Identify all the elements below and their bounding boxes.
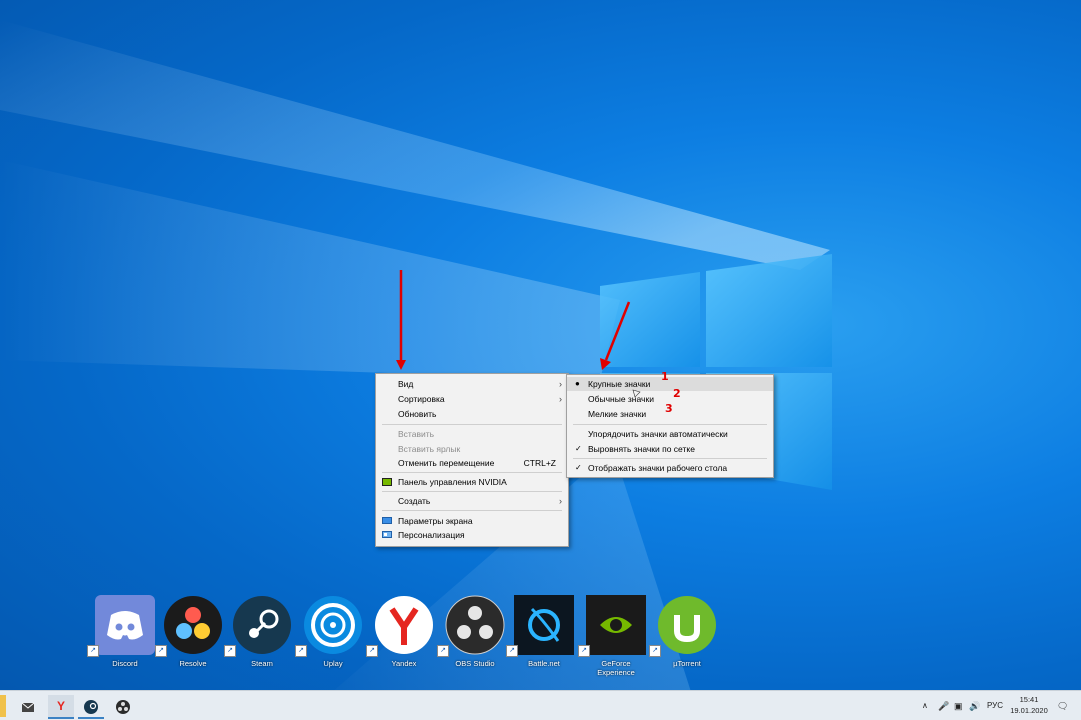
menu-separator <box>382 510 562 511</box>
desktop-icon-obs[interactable]: ↗ OBS Studio <box>437 595 507 685</box>
shortcut-arrow-icon: ↗ <box>366 645 378 657</box>
desktop-icon-yandex[interactable]: ↗ Yandex <box>366 595 436 685</box>
desktop-icon-uplay[interactable]: ↗ Uplay <box>295 595 365 685</box>
shortcut-arrow-icon: ↗ <box>155 645 167 657</box>
desktop-icon-resolve[interactable]: ↗ Resolve <box>155 595 225 685</box>
shortcut-arrow-icon: ↗ <box>224 645 236 657</box>
shortcut-arrow-icon: ↗ <box>437 645 449 657</box>
resolve-icon <box>164 596 222 654</box>
explorer-taskbar-button[interactable] <box>0 695 6 717</box>
notifications-icon[interactable]: 🗨 <box>1057 691 1068 720</box>
obs-icon <box>116 699 130 714</box>
submenu-item-auto-arrange[interactable]: Упорядочить значки автоматически <box>567 427 773 441</box>
volume-icon[interactable]: 🔊 <box>969 691 980 720</box>
shortcut-arrow-icon: ↗ <box>506 645 518 657</box>
desktop-icon-steam[interactable]: ↗ Steam <box>224 595 294 685</box>
menu-separator <box>382 491 562 492</box>
shortcut-arrow-icon: ↗ <box>87 645 99 657</box>
mail-icon <box>21 702 35 712</box>
annotation-number-2: 2 <box>673 387 681 400</box>
menu-separator <box>382 424 562 425</box>
menu-item-view[interactable]: Вид › <box>376 377 568 391</box>
menu-item-display-settings[interactable]: Параметры экрана <box>376 514 568 528</box>
tray-chevron-up-icon[interactable]: ∧ <box>922 691 928 720</box>
yandex-icon <box>375 596 433 654</box>
geforce-icon <box>586 595 646 655</box>
network-icon[interactable]: ▣ <box>954 691 963 720</box>
chevron-right-icon: › <box>559 394 562 404</box>
annotation-number-3: 3 <box>665 402 673 415</box>
steam-icon <box>233 596 291 654</box>
menu-item-nvidia-panel[interactable]: Панель управления NVIDIA <box>376 475 568 489</box>
steam-icon <box>84 699 98 714</box>
taskbar-clock[interactable]: 15:41 19.01.2020 <box>1007 694 1051 716</box>
menu-item-create[interactable]: Создать › <box>376 494 568 508</box>
microphone-icon[interactable]: 🎤 <box>938 691 949 720</box>
menu-item-paste-shortcut: Вставить ярлык <box>398 444 461 454</box>
yandex-icon: Y <box>56 699 65 713</box>
annotation-number-1: 1 <box>661 370 669 383</box>
steam-taskbar-button[interactable] <box>78 695 104 719</box>
checkmark-icon: ✓ <box>575 463 582 472</box>
menu-item-sort[interactable]: Сортировка › <box>376 392 568 406</box>
mail-taskbar-button[interactable] <box>15 695 41 717</box>
obs-taskbar-button[interactable] <box>110 695 136 717</box>
menu-item-undo-move[interactable]: Отменить перемещение CTRL+Z <box>376 456 568 470</box>
menu-separator <box>382 472 562 473</box>
desktop-context-menu: Вид › Сортировка › Обновить Вставить Вст… <box>375 373 569 547</box>
taskbar: Y ∧ 🎤 ▣ 🔊 РУС 15:41 19.01.2020 🗨 <box>0 690 1081 720</box>
personalize-icon <box>382 531 392 538</box>
language-indicator[interactable]: РУС <box>987 691 1003 720</box>
checkmark-icon: ✓ <box>575 444 582 453</box>
menu-item-paste: Вставить <box>398 429 435 439</box>
clock-time: 15:41 <box>1019 695 1039 704</box>
submenu-item-large-icons[interactable]: ● Крупные значки <box>567 377 773 391</box>
shortcut-arrow-icon: ↗ <box>295 645 307 657</box>
submenu-item-show-desktop-icons[interactable]: ✓ Отображать значки рабочего стола <box>567 461 773 475</box>
display-icon <box>382 517 392 524</box>
desktop-icon-utorrent[interactable]: ↗ µTorrent <box>649 595 719 685</box>
desktop-icon-discord[interactable]: ↗ Discord <box>87 595 157 685</box>
yandex-taskbar-button[interactable]: Y <box>48 695 74 719</box>
clock-date: 19.01.2020 <box>1010 706 1048 715</box>
desktop-icon-geforce[interactable]: ↗ GeForce Experience <box>578 595 648 685</box>
menu-separator <box>573 424 767 425</box>
shortcut-arrow-icon: ↗ <box>649 645 661 657</box>
nvidia-icon <box>382 478 392 486</box>
utorrent-icon <box>658 596 716 654</box>
radio-dot-icon: ● <box>575 379 580 388</box>
submenu-item-align-to-grid[interactable]: ✓ Выровнять значки по сетке <box>567 442 773 456</box>
desktop-icon-battlenet[interactable]: ↗ Battle.net <box>506 595 576 685</box>
obs-icon <box>445 595 505 655</box>
menu-item-personalization[interactable]: Персонализация <box>376 528 568 542</box>
battlenet-icon <box>514 595 574 655</box>
view-submenu: ● Крупные значки Обычные значки Мелкие з… <box>566 374 774 478</box>
discord-icon <box>95 595 155 655</box>
uplay-icon <box>304 596 362 654</box>
chevron-right-icon: › <box>559 379 562 389</box>
shortcut-arrow-icon: ↗ <box>578 645 590 657</box>
menu-item-refresh[interactable]: Обновить <box>376 407 568 421</box>
menu-separator <box>573 458 767 459</box>
desktop[interactable]: Вид › Сортировка › Обновить Вставить Вст… <box>0 0 1081 720</box>
chevron-right-icon: › <box>559 496 562 506</box>
